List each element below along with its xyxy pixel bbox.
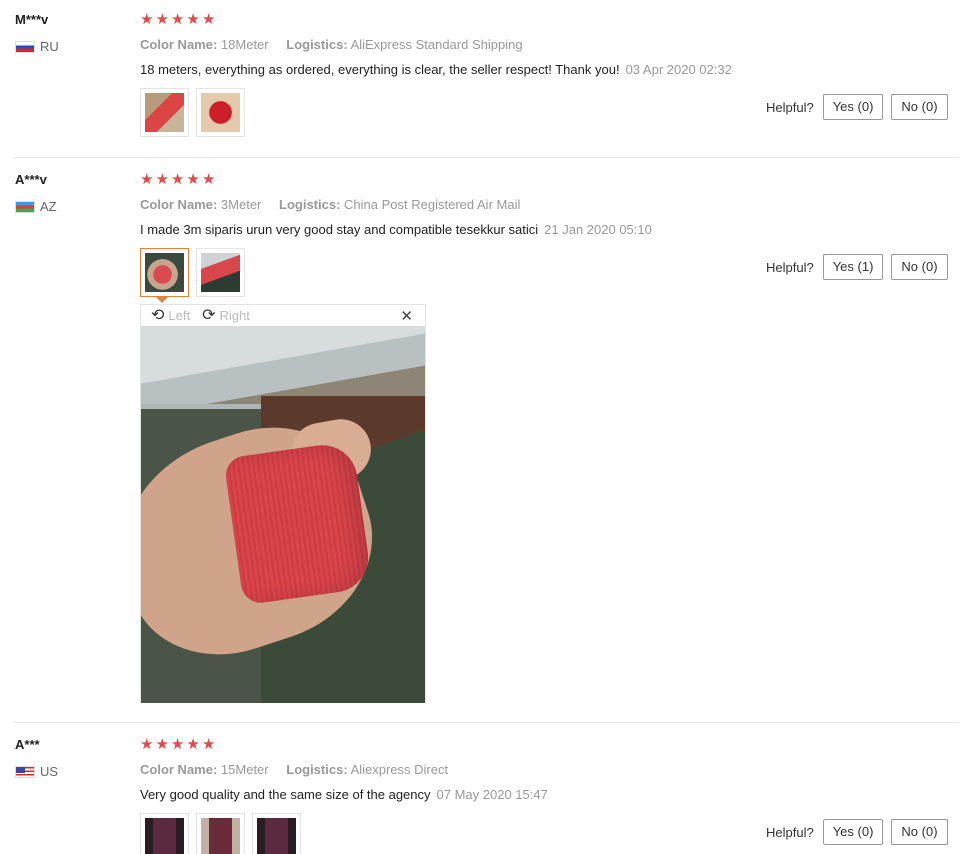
color-name-value: 15Meter [220,762,269,777]
color-name-label: Color Name: [140,197,218,212]
color-name-label: Color Name: [140,37,218,52]
photo-thumbnail-image [145,818,184,854]
review-photo-thumbnail[interactable] [140,813,189,854]
star-rating: ★ ★ ★ ★ ★ [140,172,215,188]
color-name-label: Color Name: [140,762,218,777]
rotate-right-icon[interactable]: ⟳ [202,307,215,324]
review-divider [14,722,959,723]
azerbaijan-flag-icon [15,200,35,213]
review-text: I made 3m siparis urun very good stay an… [140,222,539,237]
photo-thumbnail-image [201,818,240,854]
star-icon: ★ [186,736,200,753]
review-photos [140,88,245,137]
star-icon: ★ [170,11,185,28]
review-photos [140,248,245,303]
reviewer-name: A***v [15,172,47,187]
reviewer-country: AZ [15,199,57,214]
helpful-vote: Helpful? Yes (0) No (0) [766,819,948,845]
star-icon: ★ [140,171,154,188]
logistics-value: Aliexpress Direct [350,762,449,777]
photo-thumbnail-image [145,253,184,292]
country-code: AZ [40,199,57,214]
review-date: 21 Jan 2020 05:10 [544,222,652,237]
color-name-value: 3Meter [220,197,262,212]
country-code: US [40,764,59,779]
helpful-label: Helpful? [766,824,814,840]
star-icon: ★ [186,171,200,188]
star-icon: ★ [155,11,169,28]
star-icon: ★ [155,736,169,753]
logistics-value: China Post Registered Air Mail [344,197,521,212]
review-photo-thumbnail[interactable] [196,813,245,854]
reviewer-name: A*** [15,737,40,752]
usa-flag-icon [15,765,35,778]
star-icon: ★ [170,171,185,188]
review-photo-thumbnail[interactable] [252,813,301,854]
rotate-left-label[interactable]: Left [168,308,190,323]
review-date: 07 May 2020 15:47 [436,787,548,802]
helpful-vote: Helpful? Yes (0) No (0) [766,94,948,120]
logistics-label: Logistics: [286,37,348,52]
helpful-yes-button[interactable]: Yes (0) [822,819,884,845]
review-photo-thumbnail[interactable] [196,88,245,137]
reviewer-country: US [15,764,58,779]
star-rating: ★ ★ ★ ★ ★ [140,737,215,753]
review-body: 18 meters, everything as ordered, everyt… [140,62,732,77]
helpful-no-button[interactable]: No (0) [891,819,948,845]
order-info: Color Name: 3Meter Logistics: China Post… [140,197,520,212]
star-icon: ★ [140,11,154,28]
reviewer-country: RU [15,39,59,54]
star-icon: ★ [140,736,154,753]
review-photo-thumbnail[interactable] [140,88,189,137]
color-name-value: 18Meter [220,37,269,52]
country-code: RU [40,39,59,54]
review-photo-thumbnail[interactable] [196,248,245,297]
star-icon: ★ [170,736,185,753]
review-divider [14,157,959,158]
star-rating: ★ ★ ★ ★ ★ [140,12,215,28]
enlarged-review-photo [141,326,425,703]
photo-viewer: ⟲ Left ⟳ Right ✕ [140,304,426,703]
star-icon: ★ [201,736,216,753]
review-photos [140,813,301,854]
photo-thumbnail-image [201,93,240,132]
review-body: I made 3m siparis urun very good stay an… [140,222,652,237]
logistics-label: Logistics: [286,762,348,777]
photo-thumbnail-image [145,93,184,132]
reviewer-name: M***v [15,12,49,27]
star-icon: ★ [201,11,216,28]
review-date: 03 Apr 2020 02:32 [625,62,732,77]
helpful-label: Helpful? [766,259,814,275]
photo-thumbnail-image [257,818,296,854]
russia-flag-icon [15,40,35,53]
star-icon: ★ [201,171,216,188]
review-body: Very good quality and the same size of t… [140,787,548,802]
review-photo-thumbnail-selected[interactable] [140,248,189,303]
order-info: Color Name: 15Meter Logistics: Aliexpres… [140,762,448,777]
star-icon: ★ [155,171,169,188]
review-text: 18 meters, everything as ordered, everyt… [140,62,620,77]
logistics-value: AliExpress Standard Shipping [350,37,523,52]
helpful-yes-button[interactable]: Yes (1) [822,254,884,280]
photo-viewer-toolbar: ⟲ Left ⟳ Right ✕ [141,305,425,326]
order-info: Color Name: 18Meter Logistics: AliExpres… [140,37,523,52]
helpful-vote: Helpful? Yes (1) No (0) [766,254,948,280]
helpful-label: Helpful? [766,99,814,115]
helpful-yes-button[interactable]: Yes (0) [822,94,884,120]
helpful-no-button[interactable]: No (0) [891,254,948,280]
helpful-no-button[interactable]: No (0) [891,94,948,120]
star-icon: ★ [186,11,200,28]
logistics-label: Logistics: [279,197,341,212]
photo-thumbnail-image [201,253,240,292]
rotate-right-label[interactable]: Right [220,308,250,323]
rotate-left-icon[interactable]: ⟲ [151,307,164,324]
review-text: Very good quality and the same size of t… [140,787,431,802]
close-icon[interactable]: ✕ [400,307,413,325]
